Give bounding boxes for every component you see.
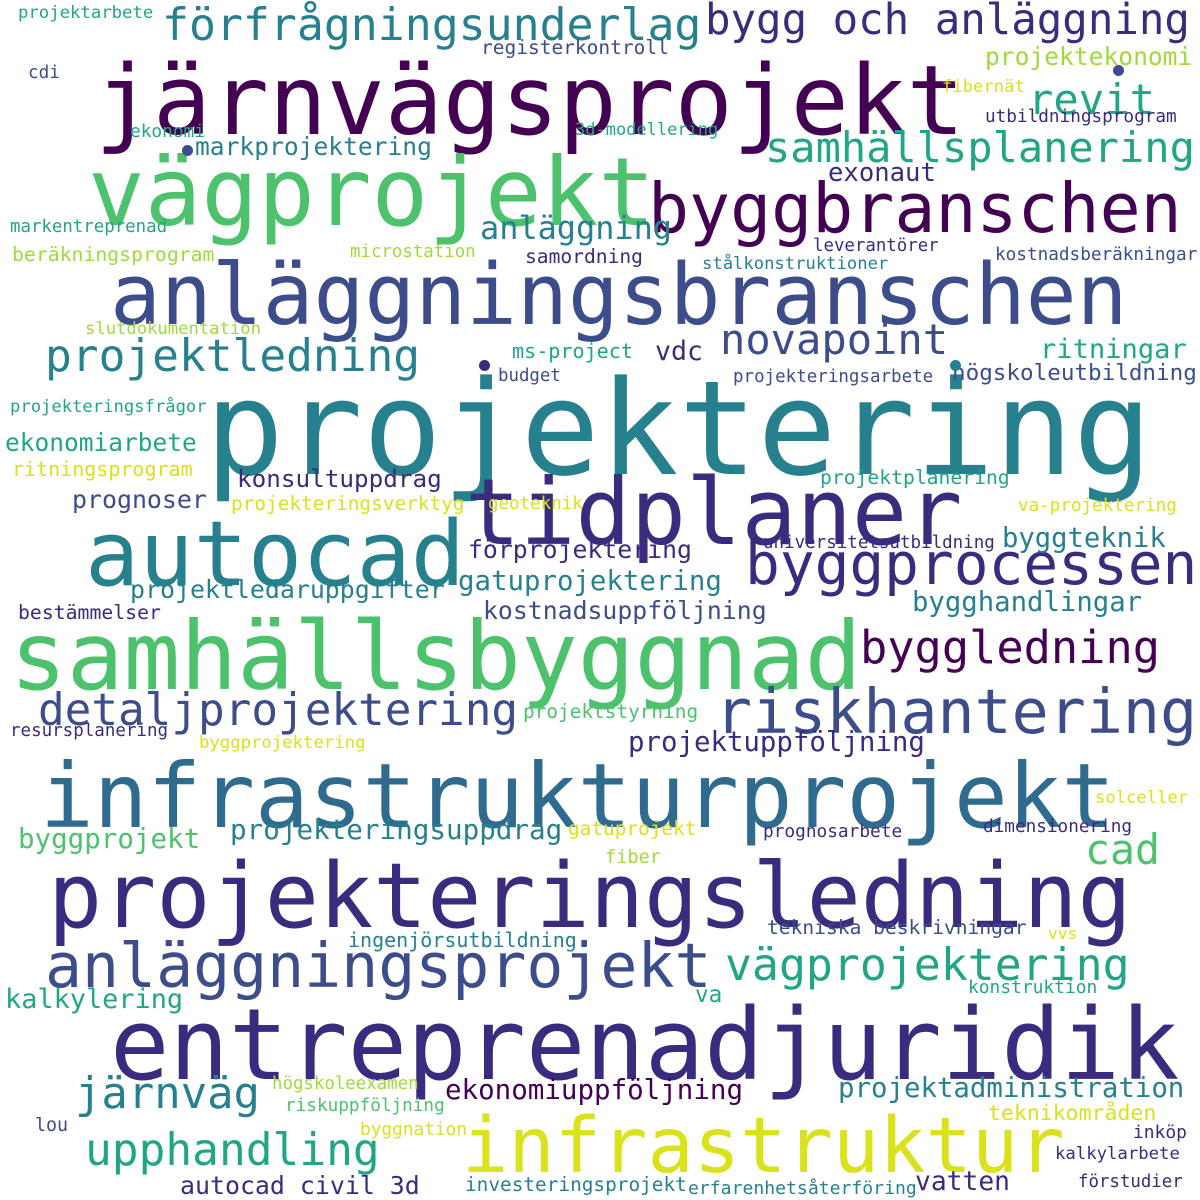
word-projektadministration: projektadministration bbox=[838, 1073, 1185, 1105]
word-projekteringsuppdrag: projekteringsuppdrag bbox=[230, 813, 563, 847]
word-resursplanering: resursplanering bbox=[10, 721, 169, 742]
word-byggledning: byggledning bbox=[860, 620, 1160, 674]
word-ms-project: ms-project bbox=[512, 338, 633, 363]
word-jarnvag: järnväg bbox=[75, 1067, 260, 1119]
word-riskuppfoljning: riskuppföljning bbox=[285, 1095, 445, 1116]
word-projektledning: projektledning bbox=[45, 331, 421, 383]
word-vvs: vvs bbox=[1048, 924, 1078, 944]
word-konsultuppdrag: konsultuppdrag bbox=[237, 464, 442, 494]
word-ritningsprogram: ritningsprogram bbox=[12, 456, 193, 481]
word-teknikomraden: teknikområden bbox=[988, 1100, 1157, 1126]
word-projektstyrning: projektstyrning bbox=[523, 700, 699, 724]
bullet-dot bbox=[479, 360, 490, 371]
word-vatten: vatten bbox=[915, 1166, 1010, 1197]
word-prognosarbete: prognosarbete bbox=[763, 821, 903, 843]
bullet-dot bbox=[1113, 65, 1124, 76]
word-hogskoleexamen: högskoleexamen bbox=[272, 1073, 419, 1094]
word-microstation: microstation bbox=[350, 241, 476, 262]
word-va: va bbox=[695, 982, 723, 1009]
word-projekteringsarbete: projekteringsarbete bbox=[733, 366, 934, 387]
word-bestammelser: bestämmelser bbox=[18, 601, 161, 625]
word-kalkylarbete: kalkylarbete bbox=[1055, 1144, 1180, 1165]
word-anlaggning: anläggning bbox=[480, 209, 672, 248]
word-projekteringsfragor: projekteringsfrågor bbox=[10, 397, 207, 418]
word-berakningsprogram: beräkningsprogram bbox=[12, 242, 215, 266]
word-inkop: inköp bbox=[1133, 1121, 1187, 1143]
word-registerkontroll: registerkontroll bbox=[481, 35, 669, 59]
word-tekniska-beskrivningar: tekniska beskrivningar bbox=[767, 916, 1027, 940]
word-stalkonstruktioner: stålkonstruktioner bbox=[702, 254, 889, 275]
word-projektekonomi: projektekonomi bbox=[985, 42, 1193, 72]
word-projektarbete: projektarbete bbox=[18, 3, 154, 24]
word-projektplanering: projektplanering bbox=[820, 466, 1010, 490]
bullet-dot bbox=[950, 360, 961, 371]
word-forstudier: förstudier bbox=[1078, 1171, 1183, 1192]
word-slutdokumentation: slutdokumentation bbox=[85, 318, 261, 339]
word-investeringsprojekt: investeringsprojekt bbox=[465, 1172, 687, 1196]
word-ekonomiarbete: ekonomiarbete bbox=[5, 428, 197, 458]
word-dimensionering: dimensionering bbox=[983, 817, 1133, 838]
word-va-projektering: va-projektering bbox=[1018, 496, 1177, 517]
word-konstruktion: konstruktion bbox=[968, 976, 1098, 998]
bullet-dot bbox=[182, 145, 193, 156]
word-byggteknik: byggteknik bbox=[1002, 523, 1166, 555]
word-utbildningsprogram: utbildningsprogram bbox=[985, 106, 1177, 127]
word-markprojektering: markprojektering bbox=[195, 131, 432, 161]
word-samordning: samordning bbox=[525, 245, 643, 269]
word-bygghandlingar: bygghandlingar bbox=[912, 587, 1143, 619]
word-markentreprenad: markentreprenad bbox=[10, 216, 168, 237]
word-byggprojekt: byggprojekt bbox=[18, 823, 201, 856]
word-bygg-och-anlaggning: bygg och anläggning bbox=[705, 0, 1190, 44]
word-hogskoleutbildning: högskoleutbildning bbox=[952, 360, 1197, 387]
word-ingenjorsutbildning: ingenjörsutbildning bbox=[348, 928, 577, 953]
word-byggprojektering: byggprojektering bbox=[199, 733, 366, 754]
word-upphandling: upphandling bbox=[85, 1125, 380, 1177]
word-universitetsutbildning: universitetsutbildning bbox=[763, 533, 995, 554]
word-fiber: fiber bbox=[605, 846, 661, 868]
word-novapoint: novapoint bbox=[720, 314, 949, 364]
word-autocad-civil-3d: autocad civil 3d bbox=[180, 1171, 420, 1200]
word-projektuppfoljning: projektuppföljning bbox=[628, 727, 925, 759]
word-forprojektering: förprojektering bbox=[468, 534, 692, 564]
word-byggnation: byggnation bbox=[360, 1118, 468, 1140]
word-solceller: solceller bbox=[1095, 788, 1189, 809]
word-kalkylering: kalkylering bbox=[5, 983, 184, 1015]
word-vdc: vdc bbox=[655, 336, 704, 368]
word-projekteringsverktyg: projekteringsverktyg bbox=[231, 492, 465, 516]
word-gatuprojektering: gatuprojektering bbox=[458, 565, 722, 597]
word-kostnadsberakningar: kostnadsberäkningar bbox=[995, 244, 1198, 265]
word-projektledaruppgifter: projektledaruppgifter bbox=[130, 574, 445, 604]
word-budget: budget bbox=[498, 365, 561, 386]
word-exonaut: exonaut bbox=[828, 158, 936, 189]
word-kostnadsuppfoljning: kostnadsuppföljning bbox=[483, 596, 767, 626]
word-erfarenhetsaterforing: erfarenhetsåterföring bbox=[688, 1178, 917, 1200]
word-ekonomi: ekonomi bbox=[130, 120, 205, 142]
word-gatuprojekt: gatuprojekt bbox=[568, 817, 697, 841]
word-prognoser: prognoser bbox=[72, 485, 207, 515]
word-3d-modellering: 3d-modellering bbox=[575, 119, 719, 140]
word-cdi: cdi bbox=[28, 63, 60, 84]
word-ekonomiuppfoljning: ekonomiuppföljning bbox=[445, 1074, 744, 1107]
word-cloud: projektering järnvägsprojekt vägprojekt … bbox=[0, 0, 1200, 1200]
word-lou: lou bbox=[35, 1115, 69, 1137]
word-geoteknik: geoteknik bbox=[488, 493, 583, 514]
word-fibernat: fibernät bbox=[942, 76, 1025, 97]
